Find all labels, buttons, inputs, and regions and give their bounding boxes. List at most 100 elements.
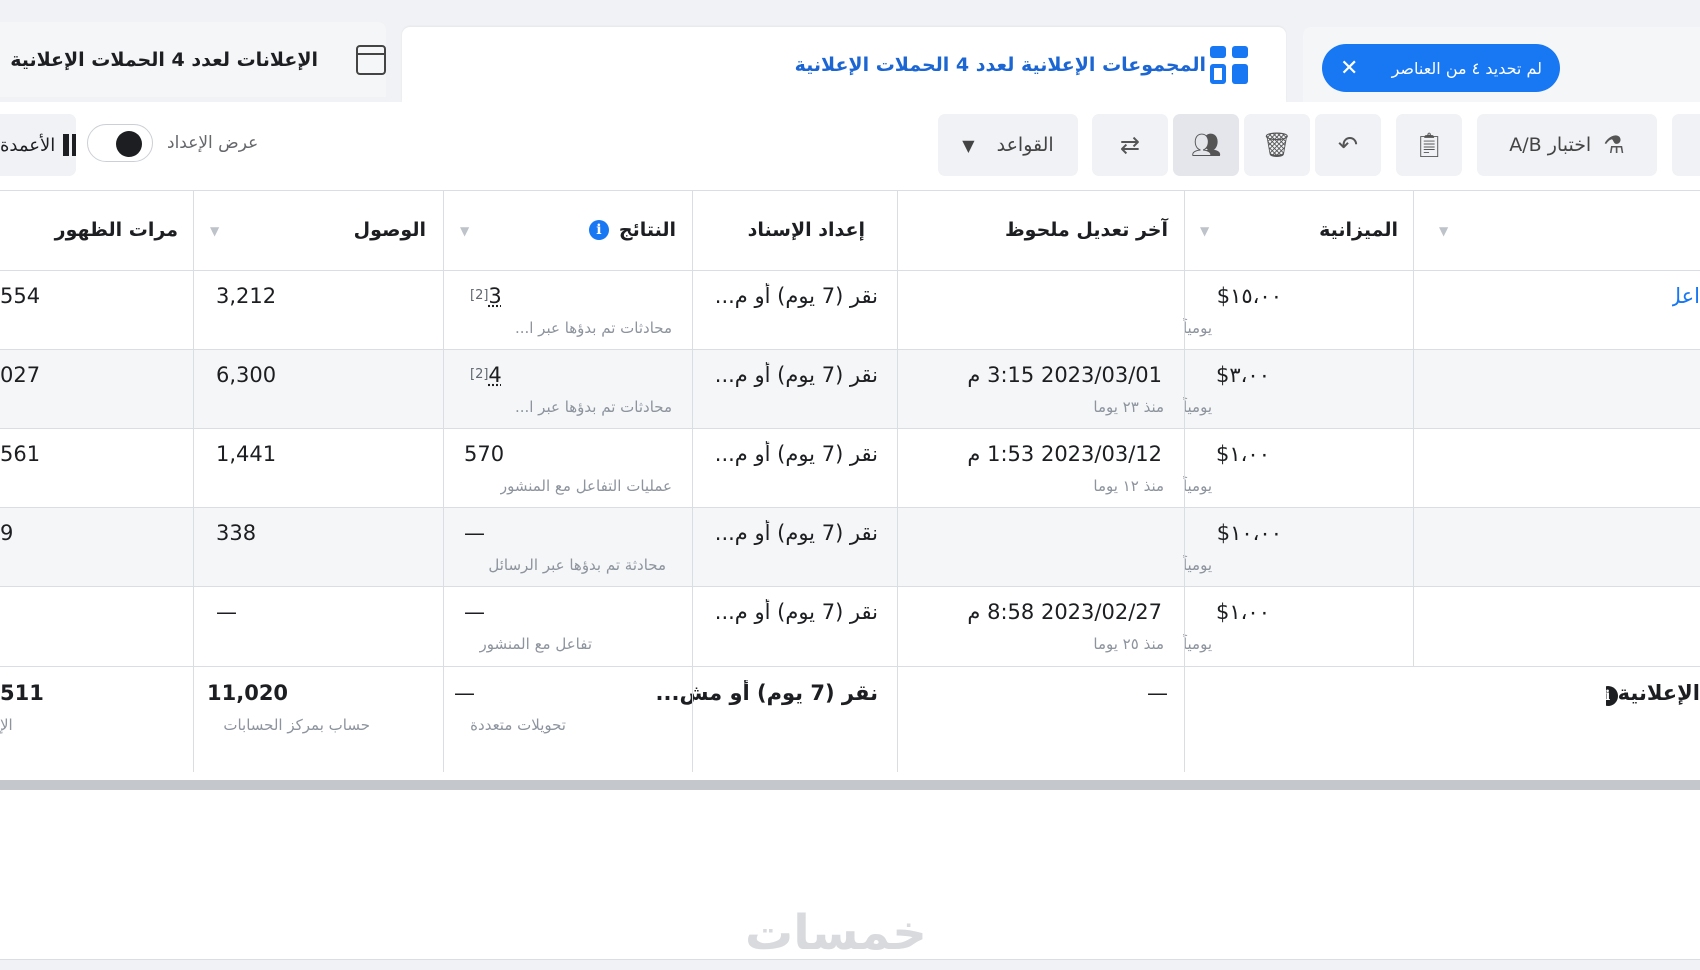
attribution-value: نقر (7 يوم) أو م...: [714, 363, 878, 387]
selection-chip[interactable]: لم تحديد ٤ من العناصر ✕: [1322, 44, 1560, 92]
header-reach-label: الوصول: [353, 219, 426, 241]
impressions-value: 554: [0, 284, 41, 308]
results-ref: [2]: [470, 288, 489, 303]
table-row[interactable]: [0, 586, 1700, 665]
totals-attribution: نقر (7 يوم) أو مش...: [655, 681, 878, 705]
results-value: [2]4: [464, 362, 502, 388]
columns-button[interactable]: الأعمدة: [0, 114, 76, 176]
header-last-edit-label: آخر تعديل ملحوظ: [1004, 219, 1168, 241]
header-results[interactable]: النتائج i: [588, 191, 676, 269]
sort-caret-icon[interactable]: ▼: [1439, 224, 1448, 238]
header-impressions[interactable]: مرات الظهور: [55, 191, 178, 269]
people-icon: 👥︎: [1190, 131, 1222, 159]
results-value: 570: [464, 442, 505, 466]
watermark-logo: خمسات: [745, 905, 927, 961]
budget-value: ١٥،٠٠$: [1216, 284, 1282, 308]
sort-caret-icon[interactable]: ▼: [210, 224, 219, 238]
column-divider: [692, 190, 693, 772]
paste-button[interactable]: 📋︎: [1396, 114, 1462, 176]
table-row[interactable]: [0, 507, 1700, 586]
view-setup-toggle[interactable]: عرض الإعداد: [87, 124, 258, 162]
view-setup-label: عرض الإعداد: [167, 133, 259, 153]
column-divider: [193, 190, 194, 772]
undo-icon: ↶: [1337, 131, 1359, 159]
column-divider: [1184, 190, 1185, 772]
sort-caret-icon[interactable]: ▼: [1200, 224, 1209, 238]
attribution-value: نقر (7 يوم) أو م...: [714, 442, 878, 466]
info-icon[interactable]: i: [1606, 686, 1618, 706]
reach-value: 1,441: [216, 442, 277, 466]
budget-period: يومياً: [1182, 556, 1212, 574]
column-divider: [1413, 190, 1414, 666]
sort-caret-icon[interactable]: ▼: [460, 224, 469, 238]
trash-icon: 🗑︎: [1261, 131, 1293, 159]
ad-window-icon: [356, 44, 386, 75]
budget-period: يومياً: [1182, 635, 1212, 653]
last-edit-value: 2023/02/27 8:58 م: [967, 600, 1162, 624]
audience-button[interactable]: 👥︎: [1173, 114, 1239, 176]
results-ref: [2]: [470, 367, 489, 382]
header-budget-label: الميزانية: [1319, 219, 1398, 241]
totals-reach: 11,020: [207, 681, 289, 705]
totals-label: الإعلانيةi: [1606, 680, 1700, 706]
impressions-value: 561: [0, 442, 41, 466]
totals-last-edit: —: [1147, 681, 1168, 705]
delete-button[interactable]: 🗑︎: [1244, 114, 1310, 176]
horizontal-scrollbar[interactable]: [0, 780, 1700, 790]
tab-adsets[interactable]: المجموعات الإعلانية لعدد 4 الحملات الإعل…: [402, 27, 1286, 102]
clipboard-icon: 📋︎: [1413, 131, 1445, 159]
results-type: محادثات تم بدؤها عبر ا...: [514, 319, 672, 337]
last-edit-ago: منذ ٢٣ يوما: [1093, 398, 1164, 416]
budget-value: ١،٠٠$: [1216, 600, 1270, 624]
rules-dropdown[interactable]: القواعد ▼: [938, 114, 1078, 176]
last-edit-value: 2023/03/12 1:53 م: [967, 442, 1162, 466]
results-value: [2]3: [464, 283, 502, 309]
last-edit-value: 2023/03/01 3:15 م: [967, 363, 1162, 387]
reach-value: 6,300: [216, 363, 277, 387]
attribution-value: نقر (7 يوم) أو م...: [714, 521, 878, 545]
attribution-value: نقر (7 يوم) أو م...: [714, 600, 878, 624]
columns-icon: [63, 134, 76, 156]
compare-button[interactable]: ⇄: [1092, 114, 1168, 176]
results-number[interactable]: 3: [488, 284, 501, 308]
more-button[interactable]: [1672, 114, 1700, 176]
selection-chip-label: لم تحديد ٤ من العناصر: [1391, 58, 1542, 78]
header-attribution[interactable]: إعداد الإسناد: [748, 191, 865, 269]
results-type: عمليات التفاعل مع المنشور: [499, 477, 672, 495]
header-attribution-label: إعداد الإسناد: [747, 219, 865, 241]
header-last-edit[interactable]: آخر تعديل ملحوظ: [1005, 191, 1168, 269]
toggle-switch[interactable]: [87, 124, 153, 162]
results-type: محادثات تم بدؤها عبر ا...: [514, 398, 672, 416]
header-budget[interactable]: الميزانية: [1319, 191, 1398, 269]
results-type: محادثة تم بدؤها عبر الرسائل: [488, 556, 666, 574]
attribution-value: نقر (7 يوم) أو م...: [714, 284, 878, 308]
undo-button[interactable]: ↶: [1315, 114, 1381, 176]
budget-value: ٣،٠٠$: [1216, 363, 1270, 387]
column-divider: [897, 190, 898, 772]
results-number[interactable]: 4: [488, 363, 501, 387]
impressions-value: 027: [0, 363, 41, 387]
columns-label: الأعمدة: [0, 134, 56, 156]
header-reach[interactable]: الوصول: [354, 191, 426, 269]
totals-results: —: [454, 681, 475, 705]
budget-period: يومياً: [1182, 477, 1212, 495]
ab-test-button[interactable]: ⚗ اختبار A/B: [1477, 114, 1657, 176]
chevron-down-icon: ▼: [962, 135, 975, 155]
results-value: —: [464, 600, 485, 624]
table-row[interactable]: [0, 428, 1700, 507]
totals-impressions: 511: [0, 681, 44, 705]
adset-name-link[interactable]: اعل: [1672, 283, 1700, 309]
totals-label-text: الإعلانية: [1617, 681, 1700, 705]
info-icon[interactable]: i: [588, 220, 609, 240]
reach-value: 338: [216, 521, 257, 545]
tab-ads[interactable]: الإعلانات لعدد 4 الحملات الإعلانية: [0, 22, 386, 97]
last-edit-ago: منذ ٢٥ يوما: [1093, 635, 1164, 653]
table-row[interactable]: [0, 270, 1700, 349]
ab-test-label: اختبار A/B: [1509, 134, 1592, 156]
budget-value: ١٠،٠٠$: [1216, 521, 1282, 545]
close-icon[interactable]: ✕: [1340, 56, 1358, 81]
table-row[interactable]: [0, 349, 1700, 428]
tab-adsets-label: المجموعات الإعلانية لعدد 4 الحملات الإعل…: [794, 53, 1206, 76]
column-divider: [443, 190, 444, 772]
impressions-value: 9: [0, 521, 14, 545]
